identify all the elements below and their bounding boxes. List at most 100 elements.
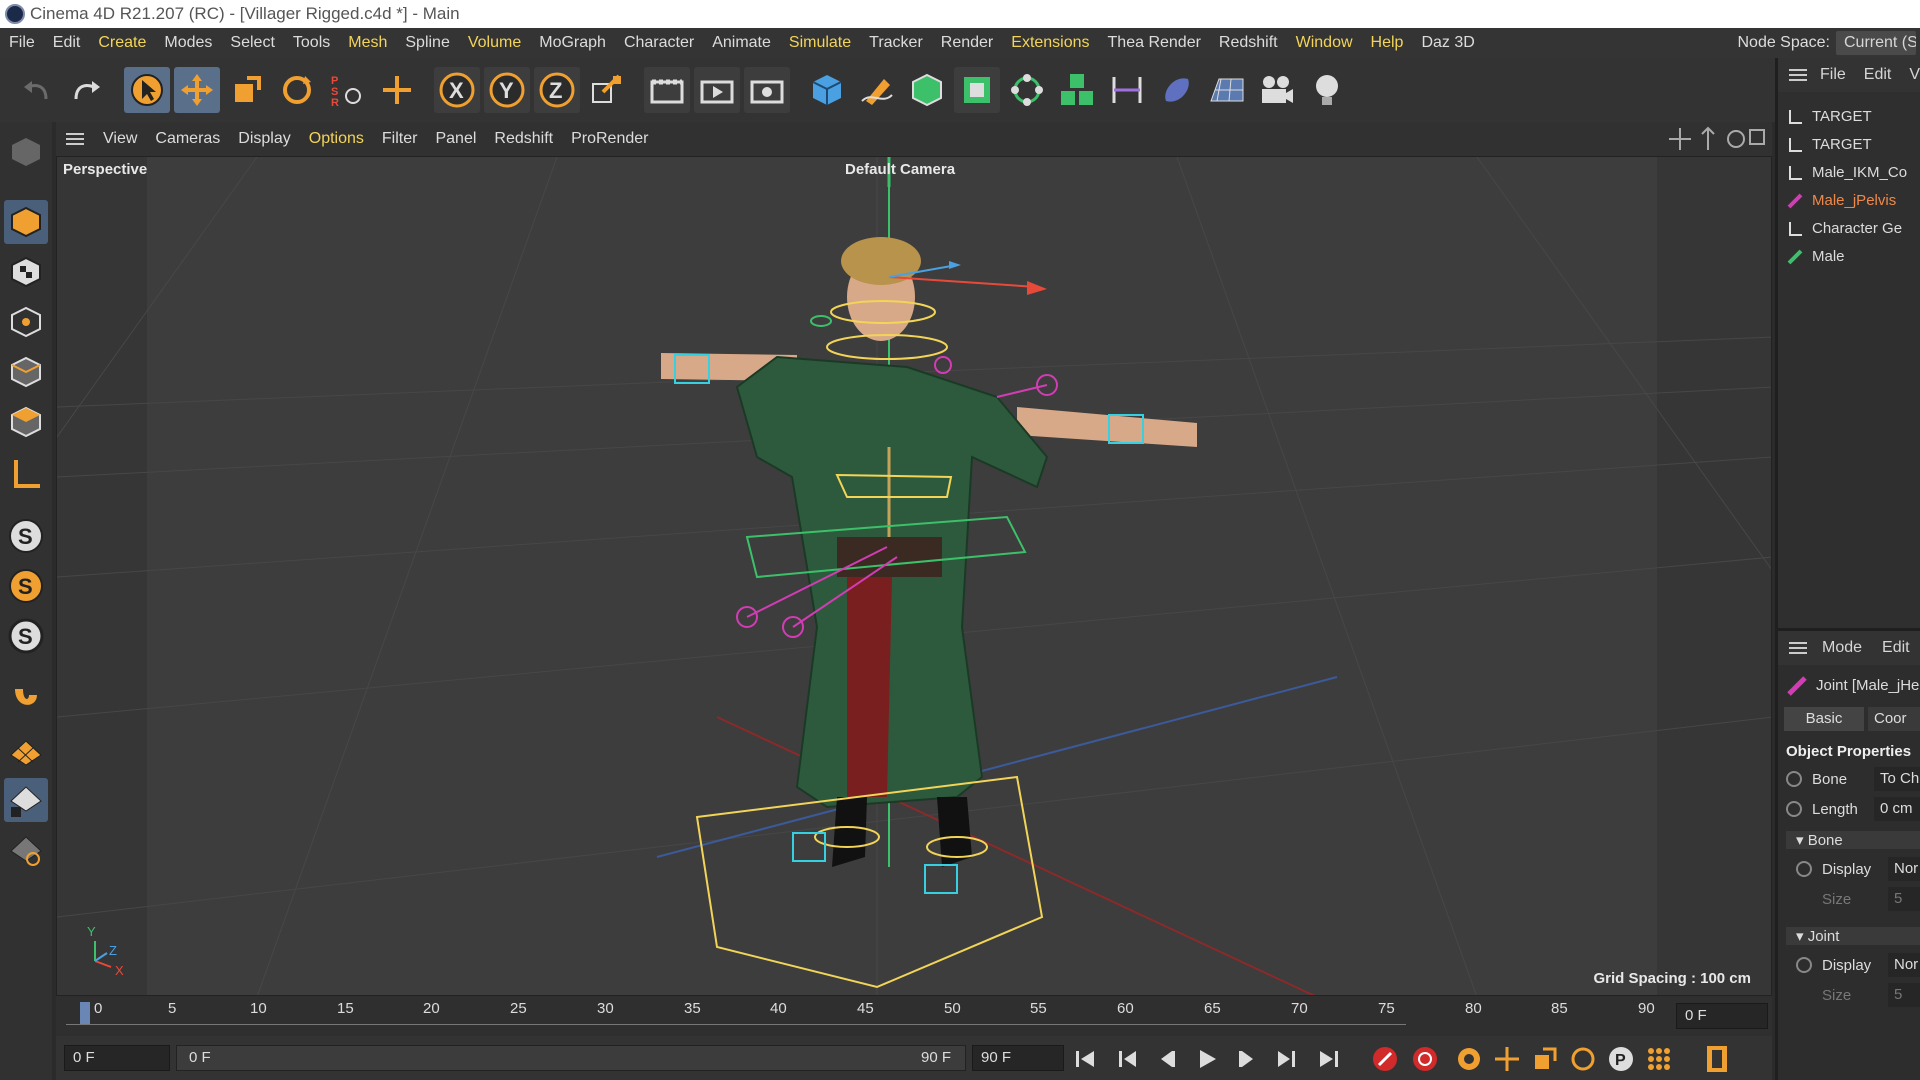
quantize-button[interactable]: S xyxy=(4,614,48,658)
play-button[interactable] xyxy=(1192,1044,1222,1074)
deformer-button[interactable] xyxy=(1104,67,1150,113)
key-rotation-button[interactable] xyxy=(1568,1044,1598,1074)
key-parameter-button[interactable]: P xyxy=(1606,1044,1636,1074)
start-frame-field[interactable]: 0 F xyxy=(64,1045,170,1071)
menu-render[interactable]: Render xyxy=(932,28,1002,58)
axis-mode-button[interactable] xyxy=(4,452,48,496)
hamburger-menu-icon[interactable] xyxy=(1788,67,1808,83)
menu-character[interactable]: Character xyxy=(615,28,703,58)
object-menu-edit[interactable]: Edit xyxy=(1864,66,1892,83)
workplane-button[interactable] xyxy=(4,728,48,772)
object-list-item[interactable]: Male_IKM_Co xyxy=(1786,160,1907,186)
next-key-button[interactable] xyxy=(1272,1044,1302,1074)
animate-radio[interactable] xyxy=(1786,771,1802,788)
animate-radio[interactable] xyxy=(1786,801,1802,818)
key-scale-button[interactable] xyxy=(1530,1044,1560,1074)
subdivision-surface-button[interactable] xyxy=(904,67,950,113)
bone-display-dropdown[interactable]: Nor xyxy=(1888,857,1920,881)
menu-tracker[interactable]: Tracker xyxy=(860,28,932,58)
menu-edit[interactable]: Edit xyxy=(44,28,90,58)
menu-thea-render[interactable]: Thea Render xyxy=(1099,28,1210,58)
menu-file[interactable]: File xyxy=(0,28,44,58)
z-axis-lock-button[interactable]: Z xyxy=(534,67,580,113)
menu-mesh[interactable]: Mesh xyxy=(339,28,396,58)
workplane-snap-button[interactable]: S xyxy=(4,564,48,608)
texture-mode-button[interactable] xyxy=(4,250,48,294)
current-frame-field[interactable]: 0 F xyxy=(1676,1003,1768,1029)
animate-radio[interactable] xyxy=(1796,957,1812,974)
timeline-ruler[interactable]: 0 5 10 15 20 25 30 35 40 45 50 55 60 65 … xyxy=(56,996,1772,1036)
redo-button[interactable] xyxy=(64,67,110,113)
attribute-menu-mode[interactable]: Mode xyxy=(1822,639,1862,656)
previous-key-button[interactable] xyxy=(1112,1044,1142,1074)
psr-tool-button[interactable]: PSR xyxy=(324,67,370,113)
menu-redshift[interactable]: Redshift xyxy=(1210,28,1287,58)
keyframe-selection-button[interactable] xyxy=(1454,1044,1484,1074)
menu-extensions[interactable]: Extensions xyxy=(1002,28,1098,58)
points-mode-button[interactable] xyxy=(4,300,48,344)
next-frame-button[interactable] xyxy=(1232,1044,1262,1074)
planar-workplane-button[interactable] xyxy=(4,828,48,872)
menu-tools[interactable]: Tools xyxy=(284,28,339,58)
joint-group-header[interactable]: ▾ Joint xyxy=(1786,927,1920,945)
make-editable-button[interactable] xyxy=(4,130,48,174)
live-selection-button[interactable] xyxy=(124,67,170,113)
attribute-menu-edit[interactable]: Edit xyxy=(1882,639,1910,656)
hamburger-menu-icon[interactable] xyxy=(1788,640,1808,656)
field-button[interactable] xyxy=(1154,67,1200,113)
model-mode-button[interactable] xyxy=(4,200,48,244)
viewport-menu-prorender[interactable]: ProRender xyxy=(562,122,657,156)
pen-tool-button[interactable] xyxy=(854,67,900,113)
object-list-item[interactable]: Character Ge xyxy=(1786,216,1902,242)
playhead-marker[interactable] xyxy=(80,1002,90,1024)
rigged-villager-character[interactable] xyxy=(661,237,1197,867)
y-axis-lock-button[interactable]: Y xyxy=(484,67,530,113)
light-button[interactable] xyxy=(1304,67,1350,113)
viewport-menu-filter[interactable]: Filter xyxy=(373,122,427,156)
menu-help[interactable]: Help xyxy=(1362,28,1413,58)
viewport-menu-redshift[interactable]: Redshift xyxy=(485,122,562,156)
menu-select[interactable]: Select xyxy=(221,28,283,58)
move-tool-button[interactable] xyxy=(174,67,220,113)
menu-window[interactable]: Window xyxy=(1287,28,1362,58)
menu-spline[interactable]: Spline xyxy=(396,28,458,58)
bone-dropdown[interactable]: To Chi xyxy=(1874,767,1920,791)
joint-display-dropdown[interactable]: Nor xyxy=(1888,953,1920,977)
timeline-window-button[interactable] xyxy=(1702,1044,1732,1074)
cube-object-button[interactable] xyxy=(804,67,850,113)
render-picture-viewer-button[interactable] xyxy=(694,67,740,113)
camera-button[interactable] xyxy=(1254,67,1300,113)
record-active-objects-button[interactable] xyxy=(1370,1044,1400,1074)
menu-animate[interactable]: Animate xyxy=(703,28,780,58)
length-field[interactable]: 0 cm xyxy=(1874,797,1920,821)
menu-daz-3d[interactable]: Daz 3D xyxy=(1412,28,1483,58)
viewport-menu-panel[interactable]: Panel xyxy=(426,122,485,156)
key-point-level-button[interactable] xyxy=(1644,1044,1674,1074)
object-menu-view[interactable]: V xyxy=(1909,66,1920,83)
locked-workplane-button[interactable] xyxy=(4,778,48,822)
end-frame-field[interactable]: 90 F xyxy=(972,1045,1064,1071)
viewport-menu-view[interactable]: View xyxy=(94,122,146,156)
frame-range-slider[interactable]: 0 F 90 F xyxy=(176,1045,966,1071)
key-position-button[interactable] xyxy=(1492,1044,1522,1074)
x-axis-lock-button[interactable]: X xyxy=(434,67,480,113)
mograph-cloner-cubes-button[interactable] xyxy=(1054,67,1100,113)
go-to-end-button[interactable] xyxy=(1314,1044,1344,1074)
cloner-button[interactable] xyxy=(1004,67,1050,113)
previous-frame-button[interactable] xyxy=(1152,1044,1182,1074)
scale-tool-button[interactable] xyxy=(224,67,270,113)
extrude-generator-button[interactable] xyxy=(954,67,1000,113)
menu-modes[interactable]: Modes xyxy=(155,28,221,58)
add-tool-button[interactable] xyxy=(374,67,420,113)
undo-button[interactable] xyxy=(14,67,60,113)
tab-basic[interactable]: Basic xyxy=(1784,707,1864,731)
bone-group-header[interactable]: ▾ Bone xyxy=(1786,831,1920,849)
menu-create[interactable]: Create xyxy=(89,28,155,58)
viewport-menu-cameras[interactable]: Cameras xyxy=(146,122,229,156)
snapping-button[interactable]: S xyxy=(4,514,48,558)
object-menu-file[interactable]: File xyxy=(1820,66,1846,83)
object-list-item[interactable]: TARGET xyxy=(1786,104,1872,130)
edges-mode-button[interactable] xyxy=(4,350,48,394)
coordinate-system-button[interactable] xyxy=(584,67,630,113)
viewport-menu-options[interactable]: Options xyxy=(300,122,373,156)
